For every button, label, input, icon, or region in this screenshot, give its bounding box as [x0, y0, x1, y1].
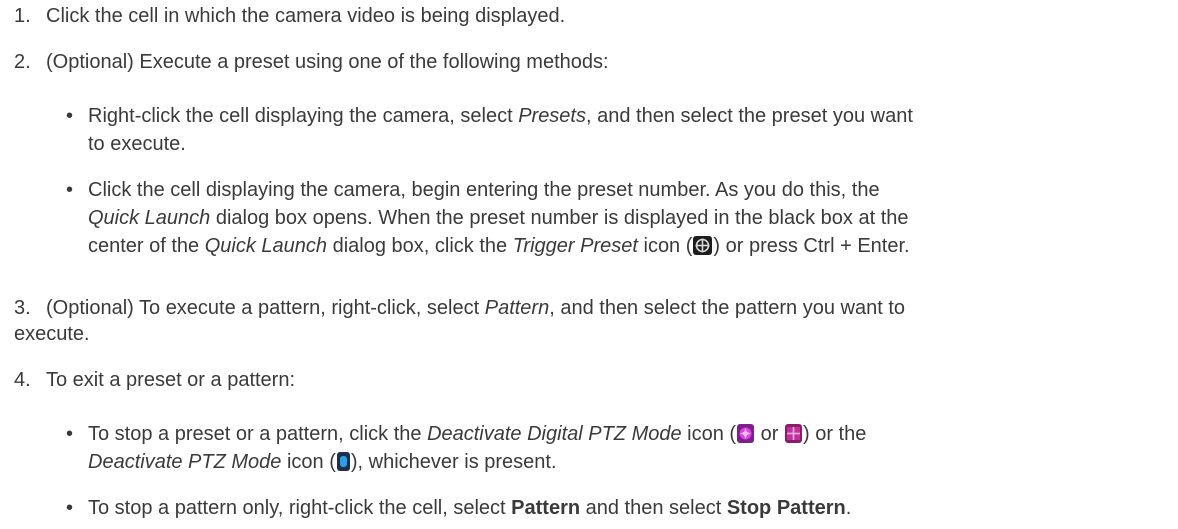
text: icon (: [681, 423, 737, 445]
list-item-continuation: Quick Launch dialog box opens. When the …: [88, 206, 909, 230]
text: To stop a pattern only, right-click the …: [88, 497, 512, 519]
text: icon (: [637, 235, 693, 257]
text: (Optional) To execute a pattern, right-c…: [46, 297, 485, 319]
text: ), whichever is present.: [350, 451, 557, 473]
step-text: (Optional) To execute a pattern, right-c…: [46, 296, 905, 320]
ui-term-bold: Stop Pattern: [726, 497, 846, 519]
text: , and then select the preset you want: [586, 105, 913, 127]
ui-term: Quick Launch: [88, 207, 211, 229]
list-item-continuation: center of the Quick Launch dialog box, c…: [88, 234, 910, 258]
ui-term: Quick Launch: [204, 235, 328, 257]
text: dialog box, click the: [327, 235, 513, 257]
list-item-continuation: to execute.: [88, 133, 186, 155]
step-number: 2.: [14, 51, 31, 73]
step-number: 1.: [14, 5, 31, 27]
text: ) or the: [802, 423, 867, 445]
text: .: [845, 497, 852, 519]
ui-term: Pattern: [484, 297, 550, 319]
list-item-continuation: Deactivate PTZ Mode icon ( ), whichever i…: [88, 450, 557, 474]
text: ) or press Ctrl + Enter.: [713, 235, 910, 257]
trigger-preset-icon: [693, 236, 713, 255]
deactivate-digital-ptz-icon: [737, 424, 755, 443]
text: To stop a preset or a pattern, click the: [88, 423, 428, 445]
text: , and then select the pattern you want t…: [549, 297, 906, 319]
list-item: Click the cell displaying the camera, be…: [88, 179, 880, 201]
deactivate-ptz-icon: [336, 452, 350, 471]
step-text: To exit a preset or a pattern:: [46, 369, 296, 391]
bullet: •: [66, 497, 74, 519]
text: or: [755, 423, 784, 445]
text: and then select: [580, 497, 727, 519]
text: Right-click the cell displaying the came…: [88, 105, 519, 127]
bullet: •: [66, 423, 74, 445]
bullet: •: [66, 105, 74, 127]
ui-term: Trigger Preset: [512, 235, 638, 257]
step-text: Click the cell in which the camera video…: [46, 5, 566, 27]
text: icon (: [281, 451, 336, 473]
text: center of the: [88, 235, 205, 257]
ui-term-bold: Pattern: [511, 497, 581, 519]
bullet: •: [66, 179, 74, 201]
list-item: Right-click the cell displaying the came…: [88, 104, 913, 128]
list-item: To stop a preset or a pattern, click the…: [88, 422, 866, 446]
ui-term: Deactivate PTZ Mode: [88, 451, 282, 473]
step-number: 4.: [14, 369, 31, 391]
ui-term: Presets: [518, 105, 586, 127]
ui-term: Deactivate Digital PTZ Mode: [427, 423, 682, 445]
step-text-continuation: execute.: [14, 323, 90, 345]
step-text: (Optional) Execute a preset using one of…: [46, 51, 609, 73]
deactivate-digital-ptz-alt-icon: [784, 424, 802, 443]
list-item: To stop a pattern only, right-click the …: [88, 496, 851, 520]
step-number: 3.: [14, 297, 31, 319]
text: dialog box opens. When the preset number…: [210, 207, 909, 229]
